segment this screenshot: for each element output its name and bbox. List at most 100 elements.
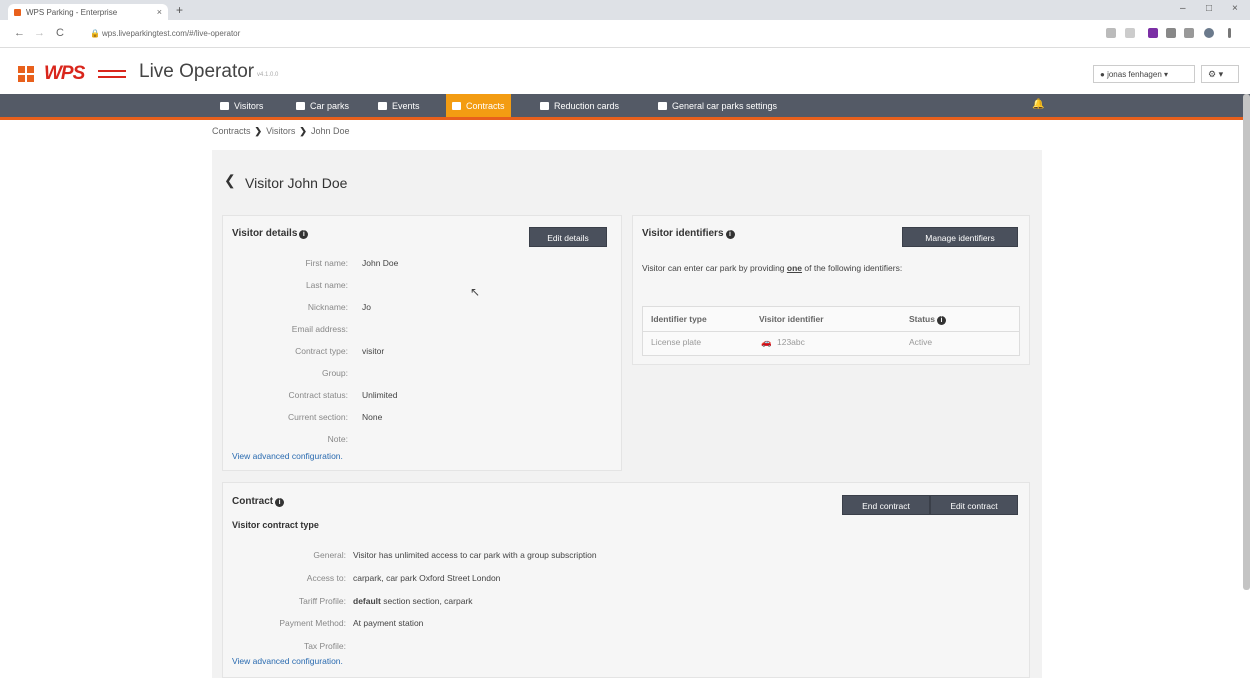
menu-icon[interactable] xyxy=(1228,28,1231,38)
field-label: Contract status: xyxy=(288,390,348,400)
page-title: Visitor John Doe xyxy=(245,175,348,191)
breadcrumb-visitors[interactable]: Visitors xyxy=(266,126,295,136)
url-field[interactable]: 🔒 wps.liveparkingtest.com/#/live-operato… xyxy=(90,25,1040,43)
tab-close-icon[interactable]: × xyxy=(157,7,162,17)
field-label: Payment Method: xyxy=(279,618,346,628)
reload-button[interactable]: C xyxy=(56,27,64,39)
window-close-button[interactable]: × xyxy=(1232,3,1238,14)
divider xyxy=(643,331,1019,332)
browser-tab-strip: WPS Parking - Enterprise × + – □ × xyxy=(0,0,1250,20)
tariff-profile-value: default section section, carpark xyxy=(353,596,473,606)
field-label: Note: xyxy=(327,434,348,444)
intro-emphasis: one xyxy=(786,263,803,273)
star-icon[interactable] xyxy=(1125,28,1135,38)
app-version: v4.1.0.0 xyxy=(257,72,279,78)
edit-contract-button[interactable]: Edit contract xyxy=(930,495,1018,515)
visitor-details-title: Visitor details i xyxy=(232,228,309,239)
breadcrumb-contracts[interactable]: Contracts xyxy=(212,126,251,136)
field-label: Contract type: xyxy=(295,346,348,356)
column-header: Visitor identifier xyxy=(759,314,824,324)
info-icon: i xyxy=(725,230,735,239)
visitor-identifiers-title-text: Visitor identifiers xyxy=(642,228,724,239)
puzzle-icon[interactable] xyxy=(1184,28,1194,38)
access-value: carpark, car park Oxford Street London xyxy=(353,573,501,583)
field-label: First name: xyxy=(305,258,348,268)
nav-item-general-settings[interactable]: General car parks settings xyxy=(652,94,783,117)
nav-label: Visitors xyxy=(234,101,264,111)
column-header: Identifier type xyxy=(651,314,707,324)
back-arrow-icon[interactable]: ❮ xyxy=(224,172,236,189)
card-icon xyxy=(540,102,549,110)
app-header: WPS Live Operator v4.1.0.0 ● jonas fenha… xyxy=(0,48,1250,94)
identifier-value-cell: 123abc xyxy=(777,337,805,347)
wps-logo-mark xyxy=(98,70,126,78)
field-label: Tax Profile: xyxy=(303,641,346,651)
view-advanced-configuration-link[interactable]: View advanced configuration. xyxy=(232,656,343,666)
document-icon xyxy=(452,102,461,110)
field-label: Tariff Profile: xyxy=(298,596,346,606)
tariff-profile-rest: section section, carpark xyxy=(380,596,473,606)
nav-item-car-parks[interactable]: Car parks xyxy=(290,94,355,117)
extension-icon[interactable] xyxy=(1166,28,1176,38)
end-contract-button[interactable]: End contract xyxy=(842,495,930,515)
back-button[interactable]: ← xyxy=(14,27,25,39)
visitor-details-card xyxy=(222,215,622,471)
field-label: Last name: xyxy=(305,280,348,290)
field-label: Email address: xyxy=(291,324,348,334)
current-section-value: None xyxy=(362,412,383,422)
intro-text: of the following identifiers: xyxy=(802,263,903,273)
browser-tab[interactable]: WPS Parking - Enterprise × xyxy=(8,4,168,20)
first-name-value: John Doe xyxy=(362,258,399,268)
nav-item-contracts[interactable]: Contracts xyxy=(446,94,511,117)
edit-details-button[interactable]: Edit details xyxy=(529,227,607,247)
nav-item-events[interactable]: Events xyxy=(372,94,426,117)
window-maximize-button[interactable]: □ xyxy=(1206,3,1212,14)
status-cell: Active xyxy=(909,337,933,347)
nav-label: Contracts xyxy=(466,101,505,111)
app-title: Live Operator xyxy=(139,61,255,82)
app-grid-icon[interactable] xyxy=(18,66,34,82)
extension-icon[interactable] xyxy=(1148,28,1158,38)
breadcrumb-separator-icon: ❯ xyxy=(254,126,263,136)
key-icon[interactable] xyxy=(1106,28,1116,38)
nav-item-reduction-cards[interactable]: Reduction cards xyxy=(534,94,625,117)
nav-item-visitors[interactable]: Visitors xyxy=(214,94,269,117)
nav-label: Events xyxy=(392,101,420,111)
nav-label: Car parks xyxy=(310,101,350,111)
settings-icon xyxy=(658,102,667,110)
mouse-cursor-icon: ↖ xyxy=(470,285,481,299)
breadcrumb-current: John Doe xyxy=(310,126,350,136)
nickname-value: Jo xyxy=(362,302,371,312)
favicon-icon xyxy=(14,9,21,16)
breadcrumb-separator-icon: ❯ xyxy=(299,126,307,136)
contract-title: Contract i xyxy=(232,496,285,507)
car-icon: 🚗 xyxy=(761,337,772,347)
field-label: General: xyxy=(313,550,346,560)
intro-text: Visitor can enter car park by providing xyxy=(642,263,787,273)
info-icon: i xyxy=(275,498,285,507)
profile-avatar[interactable] xyxy=(1204,28,1214,38)
identifier-type-cell: License plate xyxy=(651,337,702,347)
main-nav: Visitors Car parks Events Contracts Redu… xyxy=(0,94,1250,120)
contract-type-value: visitor xyxy=(362,346,385,356)
manage-identifiers-button[interactable]: Manage identifiers xyxy=(902,227,1018,247)
lock-icon: 🔒 xyxy=(90,29,100,38)
window-minimize-button[interactable]: – xyxy=(1180,3,1186,14)
field-label: Current section: xyxy=(288,412,348,422)
users-icon xyxy=(220,102,229,110)
notifications-bell-icon[interactable]: 🔔 xyxy=(1032,99,1044,110)
field-label: Nickname: xyxy=(307,302,348,312)
user-name: jonas fenhagen xyxy=(1107,70,1162,79)
contract-subtitle: Visitor contract type xyxy=(232,520,319,530)
breadcrumb: Contracts ❯ Visitors ❯ John Doe xyxy=(212,126,349,137)
user-menu[interactable]: ● jonas fenhagen ▾ xyxy=(1093,65,1195,83)
new-tab-button[interactable]: + xyxy=(176,3,183,17)
nav-label: Reduction cards xyxy=(554,101,620,111)
page-scrollbar[interactable] xyxy=(1243,94,1250,590)
forward-button[interactable]: → xyxy=(34,27,45,39)
column-header: Status i xyxy=(909,314,946,325)
settings-menu[interactable]: ⚙ ▾ xyxy=(1201,65,1239,83)
view-advanced-configuration-link[interactable]: View advanced configuration. xyxy=(232,451,343,461)
nav-label: General car parks settings xyxy=(672,101,778,111)
column-header-text: Status xyxy=(909,314,935,324)
